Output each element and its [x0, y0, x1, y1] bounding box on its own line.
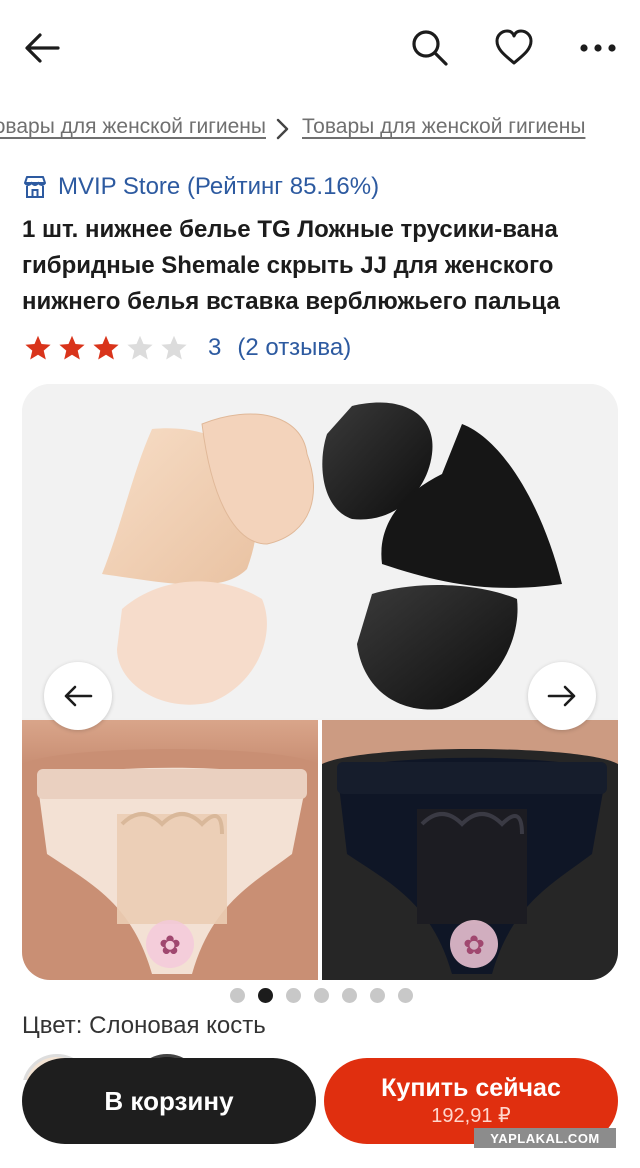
star-empty-icon: [161, 335, 187, 360]
pagination-dot[interactable]: [369, 988, 385, 1003]
product-photo: ✿ ✿: [22, 384, 618, 980]
shop-icon: [24, 176, 46, 198]
pagination-dot[interactable]: [397, 988, 413, 1003]
star-empty-icon: [127, 335, 153, 360]
search-icon: [412, 30, 448, 66]
store-link[interactable]: MVIP Store (Рейтинг 85.16%): [22, 170, 379, 204]
pagination-dot[interactable]: [313, 988, 329, 1003]
gallery-next-button[interactable]: [528, 662, 596, 730]
star-filled-icon: [59, 335, 85, 360]
watermark: YAPLAKAL.COM: [474, 1128, 616, 1148]
pagination-dot[interactable]: [285, 988, 301, 1003]
chevron-right-icon: [272, 116, 292, 146]
more-icon: [580, 44, 616, 52]
star-filled-icon: [93, 335, 119, 360]
pagination-dot[interactable]: [341, 988, 357, 1003]
svg-text:✿: ✿: [463, 931, 485, 961]
rating-stars: [24, 334, 188, 362]
breadcrumb-item[interactable]: Товары для женской гигиены: [302, 115, 585, 139]
arrow-left-icon: [25, 33, 60, 63]
gallery-pagination: [0, 988, 640, 1003]
search-button[interactable]: [404, 22, 456, 74]
rating-value: 3: [208, 334, 222, 361]
back-button[interactable]: [16, 22, 68, 74]
heart-icon: [495, 29, 533, 65]
pagination-dot[interactable]: [257, 988, 273, 1003]
star-filled-icon: [25, 335, 51, 360]
rating-row[interactable]: 3 (2 отзыва): [24, 330, 351, 366]
product-title: 1 шт. нижнее белье TG Ложные трусики-ван…: [22, 216, 560, 315]
breadcrumb: Товары для женской гигиены Товары для же…: [0, 112, 640, 146]
more-button[interactable]: [572, 22, 624, 74]
pagination-dot[interactable]: [229, 988, 245, 1003]
favorite-button[interactable]: [488, 22, 540, 74]
arrow-left-icon: [64, 685, 93, 707]
add-to-cart-label: В корзину: [104, 1085, 234, 1116]
arrow-right-icon: [547, 685, 576, 707]
gallery-prev-button[interactable]: [44, 662, 112, 730]
breadcrumb-item[interactable]: Товары для женской гигиены: [0, 115, 266, 139]
svg-text:✿: ✿: [159, 931, 181, 961]
color-label: Цвет: Слоновая кость: [22, 1012, 266, 1039]
store-name: MVIP Store (Рейтинг 85.16%): [58, 173, 380, 200]
reviews-link[interactable]: (2 отзыва): [237, 334, 351, 362]
add-to-cart-button[interactable]: В корзину: [22, 1058, 316, 1144]
buy-now-price: 192,91 ₽: [431, 1105, 511, 1127]
product-gallery[interactable]: ✿ ✿: [22, 384, 618, 980]
buy-now-label: Купить сейчас: [381, 1074, 561, 1102]
top-bar: [0, 0, 640, 96]
